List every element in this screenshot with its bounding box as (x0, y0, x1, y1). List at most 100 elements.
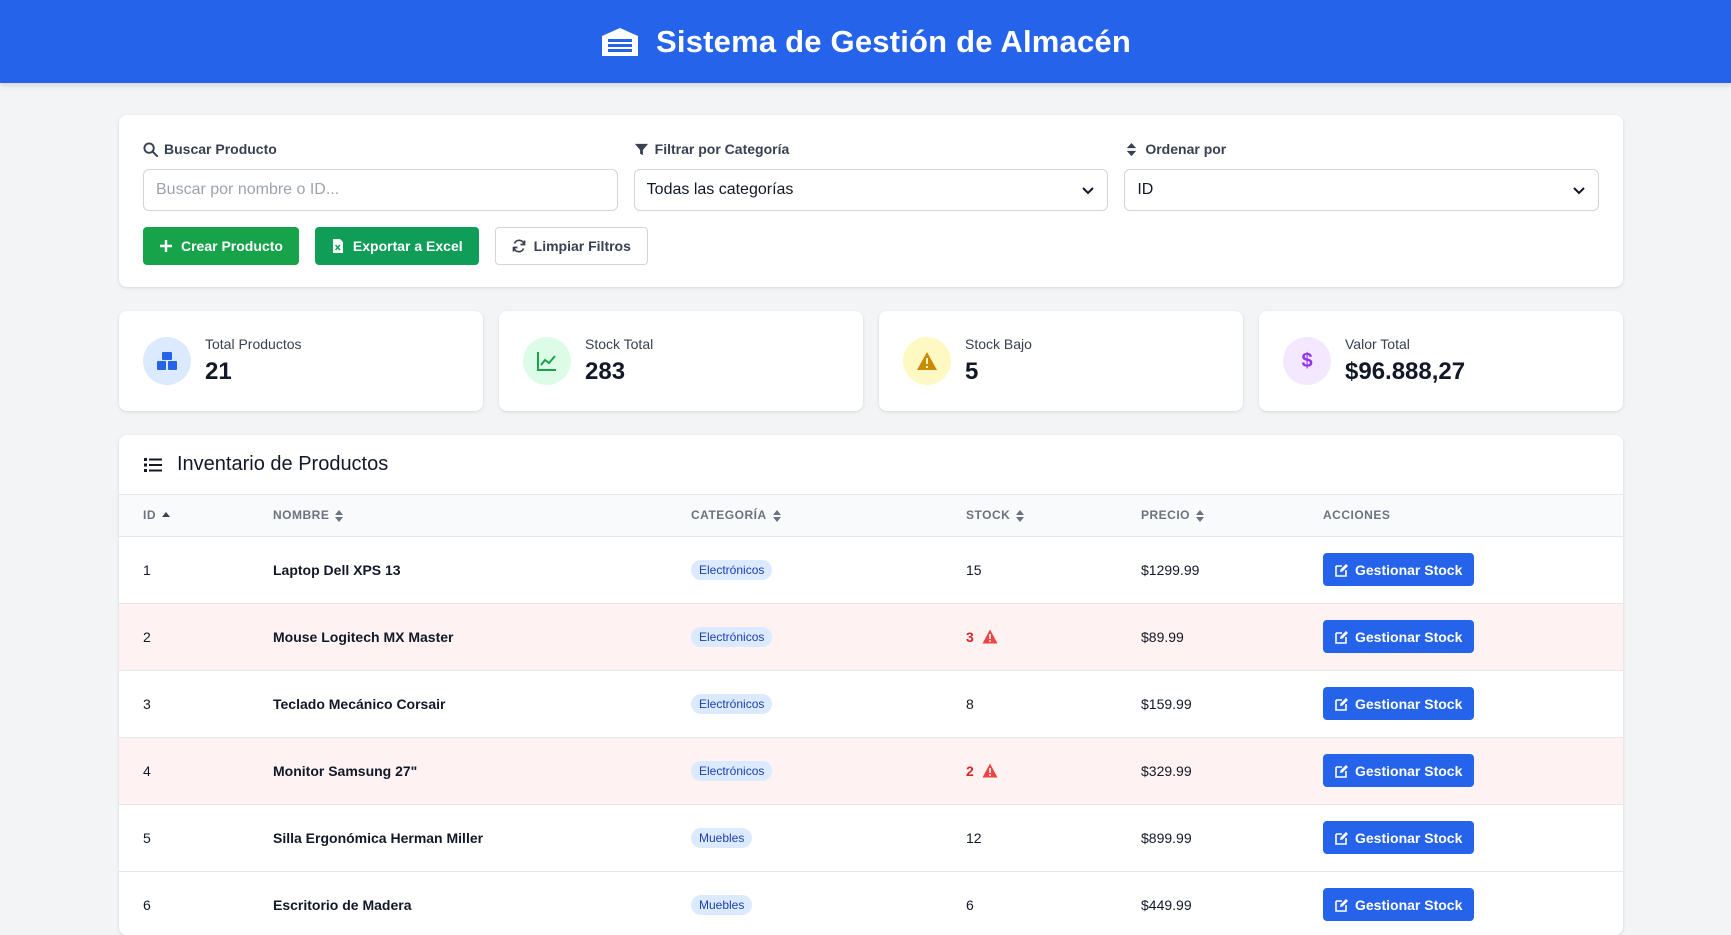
cell-category: Electrónicos (667, 670, 942, 738)
cell-id: 3 (119, 670, 249, 738)
svg-text:$: $ (1301, 350, 1312, 372)
cell-actions: Gestionar Stock (1299, 804, 1623, 872)
category-badge: Electrónicos (691, 626, 773, 647)
column-header-price[interactable]: Precio (1117, 495, 1299, 536)
cell-name: Silla Ergonómica Herman Miller (249, 804, 667, 872)
column-header-actions: Acciones (1323, 508, 1391, 523)
manage-stock-button[interactable]: Gestionar Stock (1323, 821, 1475, 854)
cell-id: 1 (119, 536, 249, 604)
stat-total-value: $ Valor Total $96.888,27 (1259, 311, 1623, 411)
stat-value: 21 (205, 358, 232, 385)
category-group: Filtrar por Categoría Todas las categorí… (633, 139, 1109, 211)
manage-stock-button[interactable]: Gestionar Stock (1323, 754, 1475, 787)
stat-total-products: Total Productos 21 (119, 311, 483, 411)
cell-category: Electrónicos (667, 536, 942, 604)
column-header-id[interactable]: ID (119, 495, 249, 536)
sort-asc-icon (162, 512, 170, 518)
category-badge: Muebles (691, 894, 753, 915)
edit-icon (1335, 831, 1348, 845)
cell-category: Muebles (667, 804, 942, 872)
search-label: Buscar Producto (164, 141, 277, 157)
sort-selected: ID (1137, 181, 1154, 198)
cell-price: $159.99 (1117, 670, 1299, 738)
filter-icon (634, 143, 648, 155)
category-badge: Muebles (691, 827, 753, 848)
sort-label: Ordenar por (1145, 141, 1227, 157)
cell-price: $89.99 (1117, 603, 1299, 671)
cell-actions: Gestionar Stock (1299, 737, 1623, 805)
stock-value: 3 (966, 628, 974, 645)
cell-category: Electrónicos (667, 737, 942, 805)
column-header-name[interactable]: Nombre (249, 495, 667, 536)
category-badge: Electrónicos (691, 559, 773, 580)
table-row: 3 Teclado Mecánico Corsair Electrónicos … (119, 670, 1623, 738)
table-title: Inventario de Productos (177, 453, 389, 475)
cell-id: 5 (119, 804, 249, 872)
stat-low-stock: Stock Bajo 5 (879, 311, 1243, 411)
cell-name: Mouse Logitech MX Master (249, 603, 667, 671)
search-input[interactable] (143, 169, 618, 211)
chart-line-icon (523, 337, 571, 385)
sort-group: Ordenar por ID (1124, 139, 1600, 211)
manage-stock-button[interactable]: Gestionar Stock (1323, 620, 1475, 653)
cell-stock: 15 (942, 536, 1117, 604)
cell-name: Escritorio de Madera (249, 871, 667, 935)
boxes-icon (143, 337, 191, 385)
app-header: Sistema de Gestión de Almacén (0, 0, 1731, 83)
category-badge: Electrónicos (691, 693, 773, 714)
manage-stock-button[interactable]: Gestionar Stock (1323, 687, 1475, 720)
chevron-down-icon (1573, 187, 1585, 195)
stock-value: 15 (966, 561, 982, 578)
sort-icon (335, 510, 344, 523)
column-header-stock[interactable]: Stock (942, 495, 1117, 536)
export-excel-button[interactable]: Exportar a Excel (314, 227, 479, 265)
cell-actions: Gestionar Stock (1299, 871, 1623, 935)
stat-label: Stock Total (585, 336, 654, 352)
sort-select[interactable]: ID (1124, 169, 1600, 211)
clear-filters-button[interactable]: Limpiar Filtros (494, 227, 648, 265)
edit-icon (1335, 764, 1348, 778)
stat-value: 5 (965, 358, 979, 385)
warning-icon (982, 629, 998, 644)
list-icon (144, 457, 162, 472)
warning-icon (903, 337, 951, 385)
cell-stock: 3 (942, 603, 1117, 671)
cell-actions: Gestionar Stock (1299, 603, 1623, 671)
cell-stock: 6 (942, 871, 1117, 935)
table-row: 2 Mouse Logitech MX Master Electrónicos … (119, 603, 1623, 671)
edit-icon (1335, 630, 1348, 644)
manage-stock-button[interactable]: Gestionar Stock (1323, 553, 1475, 586)
create-product-button[interactable]: Crear Producto (143, 227, 299, 265)
dollar-icon: $ (1283, 337, 1331, 385)
cell-price: $899.99 (1117, 804, 1299, 872)
table-row: 4 Monitor Samsung 27" Electrónicos 2 $32… (119, 737, 1623, 805)
table-row: 6 Escritorio de Madera Muebles 6 $449.99… (119, 871, 1623, 935)
warehouse-icon (600, 26, 640, 58)
cell-price: $449.99 (1117, 871, 1299, 935)
table-row: 1 Laptop Dell XPS 13 Electrónicos 15 $12… (119, 536, 1623, 604)
cell-actions: Gestionar Stock (1299, 670, 1623, 738)
cell-name: Teclado Mecánico Corsair (249, 670, 667, 738)
stock-value: 8 (966, 695, 974, 712)
category-badge: Electrónicos (691, 760, 773, 781)
cell-id: 4 (119, 737, 249, 805)
category-label: Filtrar por Categoría (654, 141, 790, 157)
search-icon (143, 141, 158, 157)
stat-total-stock: Stock Total 283 (499, 311, 863, 411)
stats-row: Total Productos 21 Stock Total 283 Stock… (119, 311, 1623, 411)
app-title: Sistema de Gestión de Almacén (656, 23, 1131, 59)
search-group: Buscar Producto (143, 139, 618, 211)
stock-value: 6 (966, 896, 974, 913)
stat-label: Total Productos (205, 336, 302, 352)
sort-icon (1196, 510, 1205, 523)
edit-icon (1335, 898, 1348, 912)
cell-name: Laptop Dell XPS 13 (249, 536, 667, 604)
category-select[interactable]: Todas las categorías (633, 169, 1109, 211)
manage-stock-button[interactable]: Gestionar Stock (1323, 888, 1475, 921)
sort-icon (1127, 142, 1137, 156)
warning-icon (982, 763, 998, 778)
chevron-down-icon (1082, 187, 1095, 195)
cell-stock: 2 (942, 737, 1117, 805)
cell-actions: Gestionar Stock (1299, 536, 1623, 604)
column-header-category[interactable]: Categoría (667, 495, 942, 536)
